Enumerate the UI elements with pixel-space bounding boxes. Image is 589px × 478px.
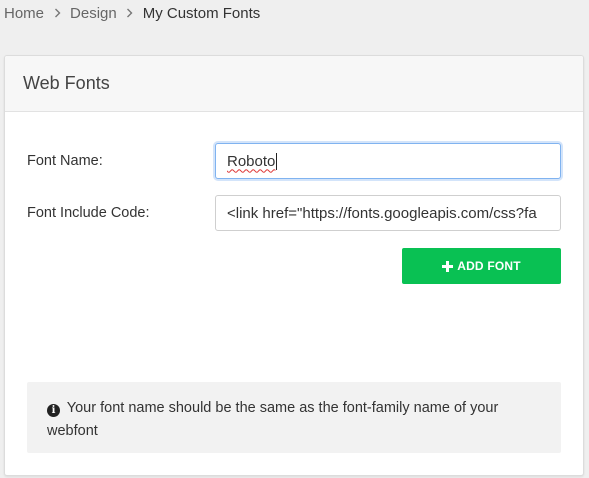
panel-title: Web Fonts — [5, 56, 583, 112]
chevron-right-icon — [117, 4, 143, 22]
breadcrumb-home-link[interactable]: Home — [4, 5, 44, 22]
info-box: i Your font name should be the same as t… — [27, 382, 561, 453]
breadcrumb-current: My Custom Fonts — [142, 4, 261, 22]
add-font-button[interactable]: ADD FONT — [402, 248, 561, 284]
font-include-code-value: <link href="https://fonts.googleapis.com… — [227, 204, 537, 222]
font-name-value: Roboto — [227, 152, 276, 170]
web-fonts-panel: Web Fonts Font Name: Roboto Font Include… — [4, 55, 584, 476]
breadcrumb-design-link[interactable]: Design — [70, 5, 117, 22]
font-include-code-label: Font Include Code: — [27, 205, 150, 221]
font-include-code-input[interactable]: <link href="https://fonts.googleapis.com… — [215, 195, 561, 231]
info-circle-icon: i — [47, 404, 60, 417]
text-caret — [276, 152, 278, 170]
info-text: Your font name should be the same as the… — [47, 400, 499, 439]
add-font-button-label: ADD FONT — [457, 259, 521, 273]
plus-icon — [442, 260, 454, 272]
font-name-label: Font Name: — [27, 153, 103, 169]
font-name-input[interactable]: Roboto — [215, 143, 561, 179]
breadcrumb: Home Design My Custom Fonts — [4, 4, 260, 22]
chevron-right-icon — [44, 4, 70, 22]
